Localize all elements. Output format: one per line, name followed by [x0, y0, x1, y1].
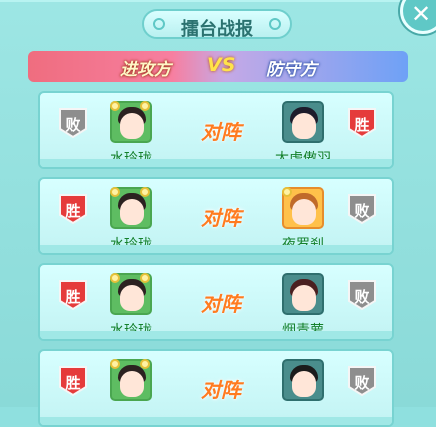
- attacker-result-text: 胜: [65, 288, 81, 306]
- defender-result-text: 胜: [354, 116, 370, 134]
- defender-result-text: 败: [354, 288, 370, 306]
- attacker-avatar[interactable]: [110, 273, 152, 315]
- title-plate: 擂台战报: [142, 9, 292, 40]
- defender-name: 太虚傲羽: [275, 151, 331, 167]
- versus-mark: 对阵: [201, 378, 241, 402]
- match-row: 胜 水玲珑 对阵 烟青萝 败: [38, 263, 394, 341]
- attacker-result-badge: 胜: [58, 193, 88, 225]
- defender-avatar[interactable]: [282, 273, 324, 315]
- attacker-label: 进攻方: [120, 60, 171, 80]
- sides-banner: 进攻方 VS 防守方: [28, 51, 408, 82]
- attacker-avatar[interactable]: [110, 187, 152, 229]
- defender-result-badge: 败: [347, 193, 377, 225]
- defender-avatar[interactable]: [282, 101, 324, 143]
- close-button[interactable]: ✕: [400, 0, 436, 34]
- match-row: 胜 对阵 败: [38, 349, 394, 427]
- battle-report-panel: ✕ 擂台战报 进攻方 VS 防守方 败 水玲珑 对阵 太虚傲羽 胜 胜 水玲珑 …: [0, 0, 436, 427]
- attacker-result-text: 胜: [65, 374, 81, 392]
- defender-result-badge: 胜: [347, 107, 377, 139]
- attacker-avatar[interactable]: [110, 359, 152, 401]
- defender-name: 烟青萝: [282, 323, 324, 339]
- close-icon: ✕: [410, 0, 432, 28]
- match-row: 胜 水玲珑 对阵 夜罗刹 败: [38, 177, 394, 255]
- defender-result-text: 败: [354, 202, 370, 220]
- attacker-result-badge: 败: [58, 107, 88, 139]
- attacker-result-badge: 胜: [58, 365, 88, 397]
- page-title: 擂台战报: [181, 19, 253, 40]
- attacker-result-text: 胜: [65, 202, 81, 220]
- attacker-name: 水玲珑: [110, 323, 152, 339]
- versus-mark: 对阵: [201, 206, 241, 230]
- defender-avatar[interactable]: [282, 187, 324, 229]
- defender-label: 防守方: [266, 60, 317, 80]
- defender-result-text: 败: [354, 374, 370, 392]
- defender-result-badge: 败: [347, 365, 377, 397]
- attacker-result-badge: 胜: [58, 279, 88, 311]
- attacker-avatar[interactable]: [110, 101, 152, 143]
- versus-mark: 对阵: [201, 292, 241, 316]
- match-row: 败 水玲珑 对阵 太虚傲羽 胜: [38, 91, 394, 169]
- defender-name: 夜罗刹: [282, 237, 324, 253]
- versus-mark: 对阵: [201, 120, 241, 144]
- attacker-name: 水玲珑: [110, 151, 152, 167]
- defender-avatar[interactable]: [282, 359, 324, 401]
- defender-result-badge: 败: [347, 279, 377, 311]
- vs-label: VS: [207, 54, 236, 76]
- attacker-name: 水玲珑: [110, 237, 152, 253]
- attacker-result-text: 败: [65, 116, 81, 134]
